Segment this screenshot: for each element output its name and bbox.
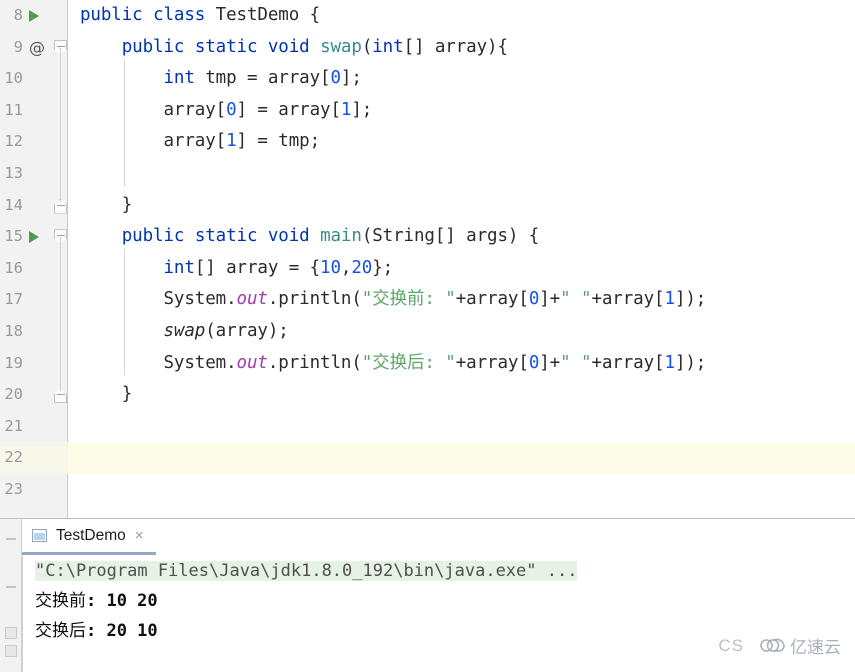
settings-icon[interactable] [5, 645, 17, 657]
gutter-cell[interactable]: 17 [0, 284, 68, 316]
caret-line-highlight [0, 442, 855, 474]
line-number: 16 [4, 253, 23, 285]
code-line-text: int tmp = array[0]; [80, 63, 362, 95]
print-icon[interactable] [5, 627, 17, 639]
line-number: 22 [4, 442, 23, 474]
gutter-cell[interactable]: 15 [0, 221, 68, 253]
gutter-cell[interactable]: 13 [0, 158, 68, 190]
code-editor[interactable]: 8public class TestDemo {9@ public static… [0, 0, 855, 518]
code-line-text: System.out.println("交换前: "+array[0]+" "+… [80, 284, 706, 316]
gutter-cell[interactable]: 18 [0, 316, 68, 348]
code-line[interactable]: 13 [0, 158, 855, 190]
console-output-line: 交换后: 20 10 [23, 616, 855, 646]
gutter-cell[interactable]: 12 [0, 126, 68, 158]
line-number: 18 [4, 316, 23, 348]
gutter-cell[interactable]: 19 [0, 348, 68, 380]
line-number: 10 [4, 63, 23, 95]
line-number: 20 [4, 379, 23, 411]
gutter-cell[interactable]: 14 [0, 190, 68, 222]
code-line[interactable]: 17 System.out.println("交换前: "+array[0]+"… [0, 284, 855, 316]
code-line[interactable]: 12 array[1] = tmp; [0, 126, 855, 158]
rerun-icon[interactable] [5, 533, 17, 545]
gutter-cell[interactable]: 23 [0, 474, 68, 506]
line-number: 23 [4, 474, 23, 506]
code-line-text: } [80, 379, 132, 411]
close-icon[interactable]: × [135, 528, 144, 543]
code-line-text: System.out.println("交换后: "+array[0]+" "+… [80, 348, 706, 380]
line-number: 14 [4, 190, 23, 222]
console-tab-strip: TestDemo × [22, 519, 855, 555]
gutter-cell[interactable]: 22 [0, 442, 68, 474]
gutter-cell[interactable]: 21 [0, 411, 68, 443]
code-line-text: int[] array = {10,20}; [80, 253, 393, 285]
console-output-line: 交换前: 10 20 [23, 586, 855, 616]
console-window-icon [32, 529, 47, 542]
gutter-cell[interactable]: 10 [0, 63, 68, 95]
stop-icon[interactable] [5, 581, 17, 593]
gutter-cell[interactable]: 9@ [0, 32, 68, 64]
code-line[interactable]: 9@ public static void swap(int[] array){ [0, 32, 855, 64]
code-line[interactable]: 22 [0, 442, 855, 474]
fold-connector [60, 237, 61, 391]
ide-window: 8public class TestDemo {9@ public static… [0, 0, 855, 672]
line-number: 9 [14, 32, 23, 64]
console-command-line: "C:\Program Files\Java\jdk1.8.0_192\bin\… [23, 556, 855, 586]
annotation-at-icon[interactable]: @ [29, 32, 45, 64]
gutter-cell[interactable]: 20 [0, 379, 68, 411]
run-arrow-icon[interactable] [29, 231, 39, 243]
code-line[interactable]: 23 [0, 474, 855, 506]
line-number: 15 [4, 221, 23, 253]
code-line[interactable]: 11 array[0] = array[1]; [0, 95, 855, 127]
console-tab-label: TestDemo [56, 527, 126, 545]
line-number: 13 [4, 158, 23, 190]
code-line[interactable]: 15 public static void main(String[] args… [0, 221, 855, 253]
run-arrow-icon[interactable] [29, 10, 39, 22]
code-line[interactable]: 19 System.out.println("交换后: "+array[0]+"… [0, 348, 855, 380]
line-number: 17 [4, 284, 23, 316]
fold-connector [60, 48, 61, 202]
code-line[interactable]: 20 } [0, 379, 855, 411]
line-number: 19 [4, 348, 23, 380]
line-number: 11 [4, 95, 23, 127]
code-line-text: public static void swap(int[] array){ [80, 32, 508, 64]
gutter-cell[interactable]: 16 [0, 253, 68, 285]
console-toolbar[interactable] [0, 519, 22, 672]
code-line-text: } [80, 190, 132, 222]
console-tab-testdemo[interactable]: TestDemo × [22, 519, 156, 555]
run-console-panel: TestDemo × "C:\Program Files\Java\jdk1.8… [0, 518, 855, 672]
indent-guide [124, 249, 125, 375]
code-line-text: array[1] = tmp; [80, 126, 320, 158]
code-line-text: public static void main(String[] args) { [80, 221, 539, 253]
code-line[interactable]: 10 int tmp = array[0]; [0, 63, 855, 95]
line-number: 12 [4, 126, 23, 158]
gutter-cell[interactable]: 11 [0, 95, 68, 127]
console-output[interactable]: "C:\Program Files\Java\jdk1.8.0_192\bin\… [22, 556, 855, 672]
code-line[interactable]: 14 } [0, 190, 855, 222]
clipped-line-top [0, 0, 855, 5]
code-line[interactable]: 16 int[] array = {10,20}; [0, 253, 855, 285]
indent-guide [124, 59, 125, 185]
line-number: 21 [4, 411, 23, 443]
editor-code-area[interactable]: 8public class TestDemo {9@ public static… [0, 0, 855, 518]
code-line[interactable]: 18 swap(array); [0, 316, 855, 348]
code-line-text: swap(array); [80, 316, 289, 348]
code-line[interactable]: 21 [0, 411, 855, 443]
